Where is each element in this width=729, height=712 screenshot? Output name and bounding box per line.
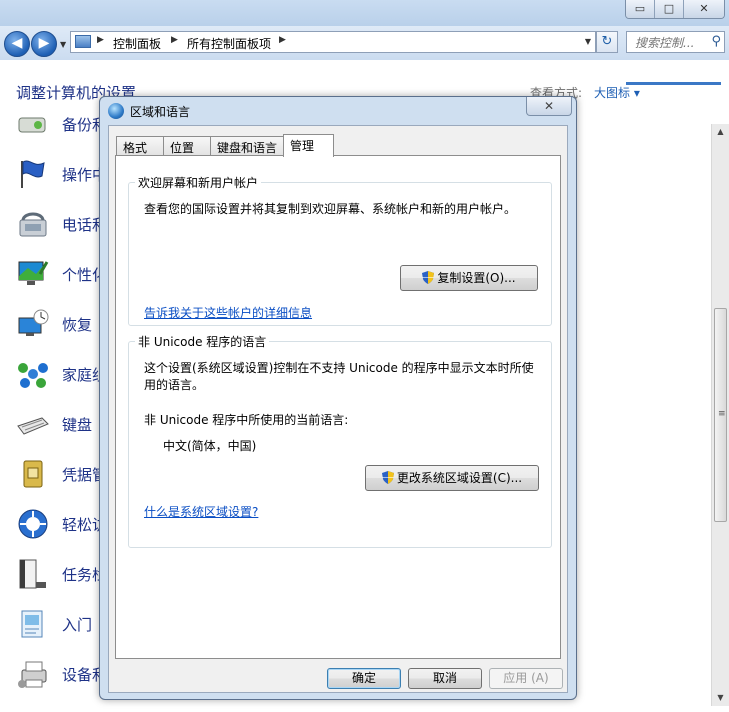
search-progress-bar — [626, 82, 721, 85]
grip-icon: ≡ — [718, 409, 726, 419]
window-controls: ▭ □ ✕ — [625, 0, 725, 19]
accounts-info-link[interactable]: 告诉我关于这些帐户的详细信息 — [144, 304, 312, 321]
group-title: 欢迎屏幕和新用户帐户 — [135, 174, 262, 191]
copy-settings-label: 复制设置(O)... — [437, 271, 516, 285]
refresh-button[interactable]: ↻ — [596, 31, 618, 53]
keyboard-icon — [17, 417, 49, 435]
non-unicode-description-line1: 这个设置(系统区域设置)控制在不支持 Unicode 的程序中显示文本时所使 — [144, 361, 534, 375]
administrative-panel: 欢迎屏幕和新用户帐户 查看您的国际设置并将其复制到欢迎屏幕、系统帐户和新的用户帐… — [115, 155, 561, 659]
ok-button[interactable]: 确定 — [327, 668, 401, 689]
list-item-label: 入门 — [62, 616, 93, 634]
backup-icon — [18, 117, 46, 133]
dialog-title: 区域和语言 — [130, 105, 191, 119]
change-system-locale-button[interactable]: 更改系统区域设置(C)... — [365, 465, 539, 491]
breadcrumb-separator-icon[interactable]: ▶ — [97, 35, 104, 45]
navigation-bar: ◀ ▶ ▼ ▶ 控制面板 ▶ 所有控制面板项 ▶ ▼ ↻ ⚲ — [0, 26, 729, 85]
cancel-button[interactable]: 取消 — [408, 668, 482, 689]
change-system-locale-label: 更改系统区域设置(C)... — [396, 471, 523, 485]
minimize-button[interactable]: ▭ — [626, 0, 654, 18]
search-box[interactable]: ⚲ — [626, 31, 725, 53]
close-button[interactable]: ✕ — [683, 0, 724, 18]
control-panel-icon — [75, 35, 91, 48]
maximize-button[interactable]: □ — [654, 0, 683, 18]
non-unicode-description-line2: 用的语言。 — [144, 378, 205, 392]
apply-button[interactable]: 应用 (A) — [489, 668, 563, 689]
view-mode-dropdown[interactable]: 大图标 ▾ — [594, 84, 640, 101]
phone-modem-icon — [19, 212, 47, 237]
scrollbar-thumb[interactable]: ≡ — [714, 308, 727, 522]
breadcrumb-all-items[interactable]: 所有控制面板项 — [187, 35, 271, 52]
devices-printers-icon — [18, 661, 47, 688]
system-locale-info-link[interactable]: 什么是系统区域设置? — [144, 503, 258, 520]
scroll-up-icon[interactable]: ▲ — [712, 124, 729, 140]
dialog-body: 格式 位置 键盘和语言 管理 欢迎屏幕和新用户帐户 查看您的国际设置并将其复制到… — [108, 125, 568, 693]
recent-pages-dropdown-icon[interactable]: ▼ — [60, 40, 66, 49]
tab-location[interactable]: 位置 — [163, 136, 211, 155]
search-input[interactable] — [633, 33, 711, 53]
current-language-label: 非 Unicode 程序中所使用的当前语言: — [144, 413, 349, 427]
breadcrumb-separator-icon[interactable]: ▶ — [171, 35, 178, 45]
group-title: 非 Unicode 程序的语言 — [135, 333, 270, 350]
welcome-description: 查看您的国际设置并将其复制到欢迎屏幕、系统帐户和新的用户帐户。 — [144, 202, 517, 216]
recovery-icon — [18, 309, 49, 336]
forward-button[interactable]: ▶ — [31, 31, 57, 57]
region-language-dialog: 区域和语言 ✕ 格式 位置 键盘和语言 管理 欢迎屏幕和新用户帐户 查看您的国际… — [99, 96, 577, 700]
scroll-down-icon[interactable]: ▼ — [712, 690, 729, 706]
current-language-value: 中文(简体，中国) — [163, 439, 257, 453]
action-center-flag-icon — [21, 160, 45, 188]
back-button[interactable]: ◀ — [4, 31, 30, 57]
tab-formats[interactable]: 格式 — [116, 136, 164, 155]
uac-shield-icon — [381, 471, 394, 484]
list-item-label: 键盘 — [62, 416, 93, 434]
getting-started-icon — [21, 610, 43, 638]
list-item-label: 恢复 — [62, 316, 93, 334]
globe-icon — [108, 103, 124, 119]
search-icon[interactable]: ⚲ — [711, 34, 721, 49]
personalization-icon — [18, 261, 49, 285]
uac-shield-icon — [422, 271, 435, 284]
address-dropdown-icon[interactable]: ▼ — [585, 37, 591, 46]
window-title-bar: ▭ □ ✕ — [0, 0, 729, 26]
copy-settings-button[interactable]: 复制设置(O)... — [400, 265, 538, 291]
vertical-scrollbar[interactable]: ▲ ≡ ▼ — [711, 124, 729, 706]
homegroup-icon — [18, 363, 48, 388]
breadcrumb-separator-icon[interactable]: ▶ — [279, 35, 286, 45]
breadcrumb-control-panel[interactable]: 控制面板 — [113, 35, 161, 52]
non-unicode-group: 非 Unicode 程序的语言 这个设置(系统区域设置)控制在不支持 Unico… — [128, 333, 552, 548]
tab-keyboards-languages[interactable]: 键盘和语言 — [210, 136, 284, 155]
taskbar-icon — [19, 559, 46, 589]
tab-administrative[interactable]: 管理 — [283, 134, 334, 157]
welcome-screen-group: 欢迎屏幕和新用户帐户 查看您的国际设置并将其复制到欢迎屏幕、系统帐户和新的用户帐… — [128, 174, 552, 326]
ease-of-access-icon — [18, 509, 48, 539]
address-bar[interactable]: ▶ 控制面板 ▶ 所有控制面板项 ▶ ▼ — [70, 31, 596, 53]
credential-manager-icon — [23, 460, 43, 488]
dialog-close-button[interactable]: ✕ — [526, 97, 572, 116]
